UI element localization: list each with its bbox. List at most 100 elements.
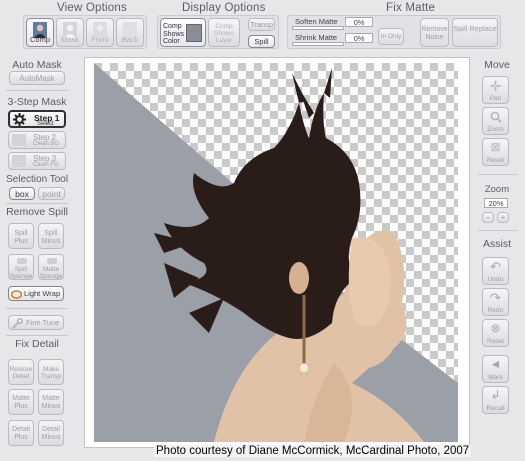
- transp-button[interactable]: Transp: [248, 18, 275, 31]
- comp-view-button[interactable]: Comp: [26, 18, 54, 47]
- box-tool-button[interactable]: box: [9, 187, 35, 200]
- fine-tune-button[interactable]: Fine Tune: [8, 315, 64, 330]
- recall-label: Recall: [486, 405, 505, 412]
- soften-matte-slider[interactable]: [292, 26, 344, 30]
- comp-shows-layer-label: Comp Shows Layer: [214, 23, 234, 44]
- shrink-matte-slider[interactable]: [292, 42, 344, 46]
- light-wrap-button[interactable]: Light Wrap: [8, 286, 64, 301]
- composite-photo: [94, 63, 458, 442]
- fine-tune-label: Fine Tune: [26, 318, 60, 327]
- sponge-icon: [47, 258, 57, 264]
- point-tool-button[interactable]: point: [38, 187, 65, 200]
- soften-matte-value[interactable]: 0%: [345, 17, 373, 27]
- display-options-header: Display Options: [182, 2, 266, 14]
- undo-button[interactable]: ↶ Undo: [482, 257, 509, 285]
- detail-plus-button[interactable]: Detail Plus: [8, 420, 34, 446]
- mark-label: Mark: [488, 374, 503, 381]
- comp-shows-color-button[interactable]: Comp Shows Color: [160, 18, 206, 47]
- spill-replace-button[interactable]: Spill Replace: [452, 18, 498, 47]
- mark-button[interactable]: ◄ Mark: [482, 355, 509, 383]
- redo-button[interactable]: ↷ Redo: [482, 288, 509, 316]
- spill-sponge-label: Spill Sponge: [9, 266, 33, 280]
- image-canvas[interactable]: [94, 63, 458, 442]
- matte-minus-button[interactable]: Matte Minus: [38, 389, 64, 415]
- spill-minus-button[interactable]: Spill Minus: [38, 223, 64, 249]
- spill-button[interactable]: Spill: [248, 35, 275, 48]
- matte-plus-label: Matte Plus: [12, 395, 30, 410]
- auto-mask-header: Auto Mask: [12, 59, 62, 71]
- zoom-value-field[interactable]: 20%: [484, 198, 508, 208]
- assist-reset-button[interactable]: ⊗ Reset: [482, 319, 509, 347]
- matte-minus-label: Matte Minus: [41, 395, 61, 410]
- magnifier-icon: [490, 111, 502, 123]
- photo-credit: Photo courtesy of Diane McCormick, McCar…: [154, 445, 472, 457]
- pan-icon: ✛: [489, 78, 502, 94]
- restore-detail-label: Restore Detail: [9, 366, 33, 380]
- mask-view-button[interactable]: Mask: [56, 18, 84, 47]
- step1-select-button[interactable]: Step 1 Select: [8, 110, 66, 128]
- spill-plus-label: Spill Plus: [14, 230, 28, 245]
- step2-icon: [12, 134, 26, 146]
- comp-shows-layer-button[interactable]: Comp Shows Layer: [208, 18, 240, 47]
- divider: [478, 174, 518, 175]
- step2-sub: Clean BG: [33, 141, 60, 147]
- front-view-label: Front: [91, 35, 109, 44]
- front-view-button[interactable]: Front: [86, 18, 114, 47]
- divider: [6, 90, 68, 91]
- light-wrap-icon: [11, 290, 22, 299]
- spill-plus-button[interactable]: Spill Plus: [8, 223, 34, 249]
- recall-icon: ↲: [490, 388, 501, 402]
- recall-button[interactable]: ↲ Recall: [482, 386, 509, 414]
- zoom-tool-button[interactable]: Zoom: [482, 107, 509, 135]
- pan-label: Pan: [489, 95, 502, 102]
- zoom-in-button[interactable]: +: [497, 212, 509, 223]
- remove-noise-button[interactable]: Remove Noise: [420, 18, 449, 47]
- matte-sponge-button[interactable]: Matte Sponge: [38, 254, 64, 280]
- in-only-label: In Only: [380, 33, 402, 40]
- spill-sponge-button[interactable]: Spill Sponge: [8, 254, 34, 280]
- shrink-matte-value[interactable]: 0%: [345, 33, 373, 43]
- detail-plus-label: Detail Plus: [12, 426, 30, 441]
- zoom-out-button[interactable]: −: [482, 212, 494, 223]
- step3-icon: [12, 155, 26, 167]
- make-transp-button[interactable]: Make Transp: [38, 359, 64, 385]
- automask-button[interactable]: AutoMask: [9, 71, 65, 85]
- divider: [6, 308, 68, 309]
- assist-header: Assist: [482, 238, 511, 250]
- back-view-label: Back: [121, 35, 139, 44]
- transp-label: Transp: [249, 20, 274, 29]
- remove-spill-header: Remove Spill: [6, 206, 68, 218]
- matte-sponge-label: Matte Sponge: [39, 266, 63, 280]
- remove-noise-label: Remove Noise: [421, 26, 448, 41]
- point-tool-label: point: [42, 189, 61, 199]
- spill-minus-label: Spill Minus: [41, 230, 61, 245]
- selection-tool-header: Selection Tool: [6, 174, 69, 185]
- light-wrap-label: Light Wrap: [24, 289, 61, 298]
- reset-circle-icon: ⊗: [490, 321, 501, 335]
- spill-label: Spill: [254, 37, 269, 46]
- redo-label: Redo: [487, 307, 504, 314]
- detail-minus-button[interactable]: Detail Minus: [38, 420, 64, 446]
- view-options-header: View Options: [57, 2, 127, 14]
- in-only-button[interactable]: In Only: [378, 28, 404, 45]
- three-step-mask-header: 3-Step Mask: [7, 96, 67, 108]
- zoom-header: Zoom: [484, 184, 510, 195]
- spill-replace-label: Spill Replace: [453, 24, 497, 33]
- matte-plus-button[interactable]: Matte Plus: [8, 389, 34, 415]
- step2-clean-bg-button[interactable]: Step 2 Clean BG: [8, 131, 66, 149]
- move-reset-button[interactable]: ⊠ Reset: [482, 138, 509, 166]
- zoom-in-label: +: [500, 213, 506, 222]
- color-swatch-icon: [186, 24, 202, 42]
- undo-label: Undo: [487, 276, 504, 283]
- mask-view-label: Mask: [61, 35, 79, 44]
- zoom-tool-label: Zoom: [487, 126, 504, 133]
- restore-detail-button[interactable]: Restore Detail: [8, 359, 34, 385]
- step3-clean-fg-button[interactable]: Step 3 Clean FG: [8, 152, 66, 170]
- assist-reset-label: Reset: [487, 338, 504, 345]
- make-transp-label: Make Transp: [41, 366, 61, 380]
- redo-icon: ↷: [490, 290, 501, 305]
- back-view-button[interactable]: Back: [116, 18, 144, 47]
- pan-button[interactable]: ✛ Pan: [482, 76, 509, 104]
- step1-sub: Select: [37, 121, 54, 127]
- fix-matte-header: Fix Matte: [386, 2, 436, 14]
